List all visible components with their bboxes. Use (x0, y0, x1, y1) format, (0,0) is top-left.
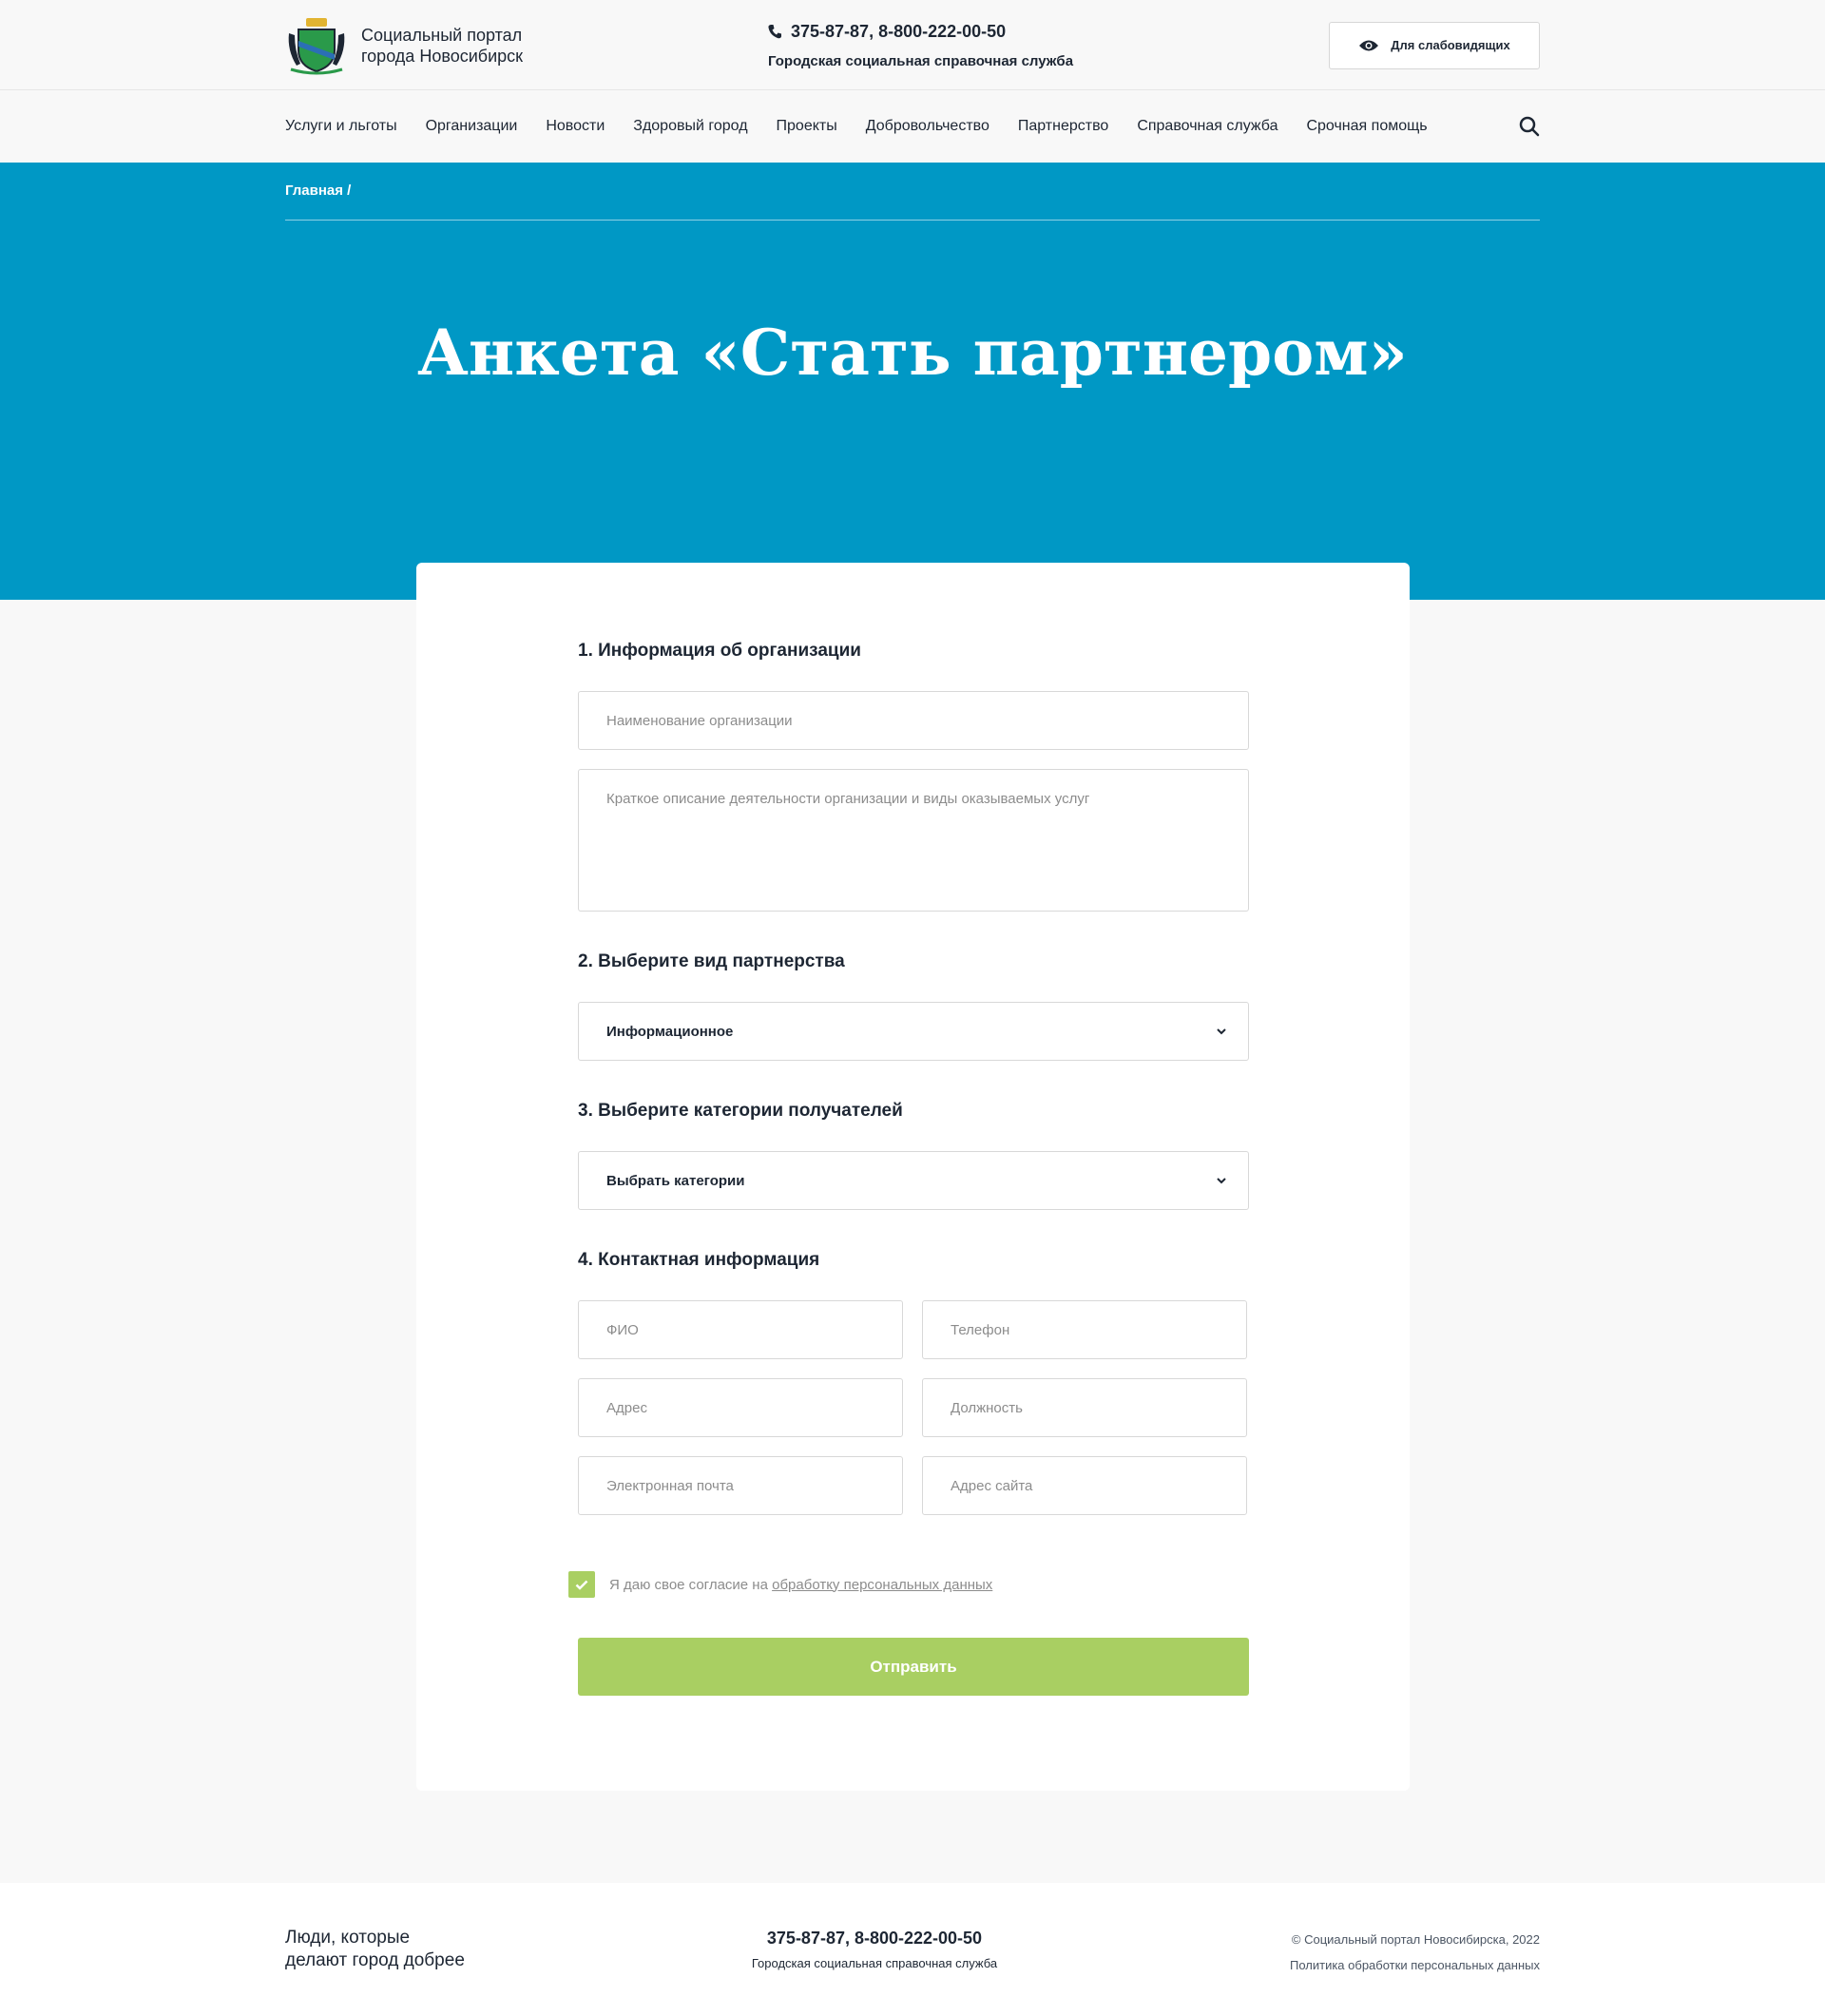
logo-text: Социальный портал города Новосибирск (361, 25, 524, 66)
section-title-categories: 3. Выберите категории получателей (578, 1101, 903, 1121)
privacy-policy-link[interactable]: Политика обработки персональных данных (1290, 1952, 1540, 1978)
accessibility-label: Для слабовидящих (1391, 38, 1510, 52)
partnership-select[interactable]: Информационное (578, 1002, 1249, 1061)
footer-contact: 375-87-87, 8-800-222-00-50 Городская соц… (732, 1929, 1017, 1970)
nav-item-news[interactable]: Новости (546, 118, 605, 135)
website-input[interactable]: Адрес сайта (922, 1456, 1247, 1515)
consent-checkbox[interactable] (568, 1571, 595, 1598)
phone-icon (768, 25, 781, 39)
nav-item-organizations[interactable]: Организации (426, 118, 518, 135)
top-bar: Социальный портал города Новосибирск 375… (0, 0, 1825, 90)
address-input[interactable]: Адрес (578, 1378, 903, 1437)
nav-item-healthy-city[interactable]: Здоровый город (633, 118, 747, 135)
slogan-line-2: делают город добрее (285, 1950, 465, 1970)
eye-icon (1359, 40, 1379, 50)
page-title: Анкета «Стать партнером» (417, 316, 1408, 390)
coat-of-arms-icon (288, 17, 345, 74)
slogan-line-1: Люди, которые (285, 1928, 411, 1948)
footer-slogan: Люди, которые делают город добрее (285, 1927, 465, 1972)
nav-item-services[interactable]: Услуги и льготы (285, 118, 397, 135)
hero-banner: Главная / Анкета «Стать партнером» (0, 163, 1825, 600)
categories-value: Выбрать категории (606, 1172, 745, 1189)
footer: Люди, которые делают город добрее 375-87… (0, 1883, 1825, 2016)
consent-link[interactable]: обработку персональных данных (772, 1577, 992, 1593)
categories-select[interactable]: Выбрать категории (578, 1151, 1249, 1210)
section-title-partnership: 2. Выберите вид партнерства (578, 951, 845, 971)
chevron-down-icon (1217, 1028, 1226, 1035)
section-title-organization: 1. Информация об организации (578, 641, 861, 661)
accessibility-button[interactable]: Для слабовидящих (1329, 21, 1540, 69)
site-logo[interactable]: Социальный портал города Новосибирск (285, 16, 768, 75)
description-textarea[interactable]: Краткое описание деятельности организаци… (578, 769, 1249, 912)
copyright: © Социальный портал Новосибирска, 2022 (1291, 1932, 1540, 1947)
footer-service: Городская социальная справочная служба (751, 1956, 998, 1970)
footer-legal: © Социальный портал Новосибирска, 2022 П… (1290, 1927, 1540, 1978)
nav-item-projects[interactable]: Проекты (777, 118, 837, 135)
chevron-down-icon (1217, 1178, 1226, 1184)
submit-button[interactable]: Отправить (578, 1638, 1249, 1696)
position-input[interactable]: Должность (922, 1378, 1247, 1437)
email-input[interactable]: Электронная почта (578, 1456, 903, 1515)
form-card: 1. Информация об организации Наименовани… (416, 563, 1410, 1791)
breadcrumb[interactable]: Главная / (285, 163, 1540, 221)
consent-row: Я даю свое согласие на обработку персона… (568, 1571, 992, 1598)
org-name-input[interactable]: Наименование организации (578, 691, 1249, 750)
search-icon[interactable] (1519, 116, 1540, 137)
header-phone[interactable]: 375-87-87, 8-800-222-00-50 (791, 22, 1006, 42)
header-contact: 375-87-87, 8-800-222-00-50 Городская соц… (768, 22, 1329, 69)
consent-text: Я даю свое согласие на (609, 1576, 768, 1593)
partnership-value: Информационное (606, 1023, 734, 1040)
nav-item-help-desk[interactable]: Справочная служба (1137, 118, 1278, 135)
main-nav: Услуги и льготы Организации Новости Здор… (0, 90, 1825, 163)
footer-phone[interactable]: 375-87-87, 8-800-222-00-50 (732, 1929, 1017, 1949)
nav-item-partnership[interactable]: Партнерство (1018, 118, 1108, 135)
section-title-contacts: 4. Контактная информация (578, 1250, 820, 1270)
fio-input[interactable]: ФИО (578, 1300, 903, 1359)
nav-item-volunteering[interactable]: Добровольчество (866, 118, 989, 135)
phone-input[interactable]: Телефон (922, 1300, 1247, 1359)
checkmark-icon (575, 1580, 588, 1590)
nav-item-urgent-help[interactable]: Срочная помощь (1306, 118, 1427, 135)
header-service: Городская социальная справочная служба (768, 52, 1074, 69)
